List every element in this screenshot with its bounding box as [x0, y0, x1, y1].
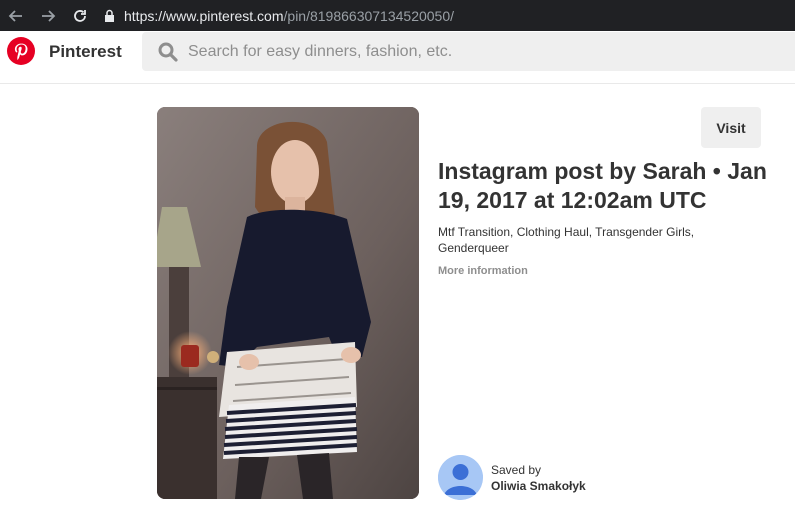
url-host: https://www.pinterest.com — [124, 7, 284, 24]
address-bar[interactable]: https://www.pinterest.com/pin/8198663071… — [124, 8, 454, 24]
visit-button[interactable]: Visit — [701, 107, 761, 148]
reload-button[interactable] — [70, 6, 90, 26]
back-button[interactable] — [6, 6, 26, 26]
saved-by-section: Saved by Oliwia Smakołyk — [438, 455, 586, 500]
arrow-right-icon — [42, 9, 56, 22]
avatar[interactable] — [438, 455, 483, 500]
url-path: /pin/819866307134520050/ — [283, 7, 455, 24]
search-bar[interactable] — [142, 32, 795, 71]
saved-by-user[interactable]: Oliwia Smakołyk — [491, 478, 586, 494]
saved-by-label: Saved by — [491, 462, 542, 477]
more-information-link[interactable]: More information — [438, 265, 528, 277]
brand-name[interactable]: Pinterest — [49, 42, 122, 62]
pin-description: Mtf Transition, Clothing Haul, Transgend… — [438, 225, 695, 255]
user-icon — [438, 455, 483, 500]
header-divider — [0, 83, 795, 84]
search-input[interactable] — [188, 42, 688, 61]
pinterest-logo-icon[interactable] — [7, 37, 35, 65]
search-icon — [158, 42, 178, 62]
pin-title: Instagram post by Sarah • Jan 19, 2017 a… — [438, 158, 767, 213]
pin-image[interactable] — [157, 107, 419, 499]
reload-icon — [74, 9, 86, 22]
arrow-left-icon — [8, 9, 22, 22]
browser-toolbar: https://www.pinterest.com/pin/8198663071… — [0, 0, 795, 31]
lock-icon — [104, 9, 116, 23]
forward-button[interactable] — [38, 6, 58, 26]
